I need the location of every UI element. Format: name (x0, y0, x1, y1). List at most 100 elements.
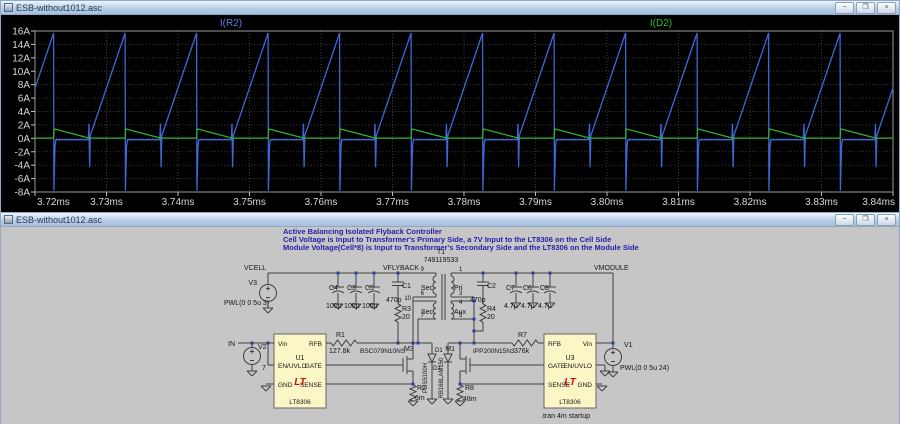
part-value-c4: 100µ (326, 303, 342, 310)
y-axis-tick-label: 6A (18, 94, 31, 105)
part-ref-c6: C6 (523, 285, 532, 292)
part-value-r4: 20 (487, 314, 495, 321)
part-value-m3: BSC079N10NS (360, 348, 406, 355)
junction-dot (473, 318, 476, 321)
part-ref-m1: M1 (445, 346, 455, 353)
schematic-canvas[interactable]: Active Balancing Isolated Flyback Contro… (1, 227, 899, 424)
junction-dot (473, 342, 476, 345)
u1-pin-vin: Vin (278, 341, 288, 348)
lt-logo-icon: LT (564, 377, 576, 388)
part-ref-r7: R7 (518, 332, 527, 339)
y-axis-tick-label: 8A (18, 80, 31, 91)
y-axis-tick-label: 16A (12, 27, 30, 38)
x-axis-tick-label: 3.74ms (162, 197, 195, 208)
y-axis-tick-label: -4A (14, 161, 30, 172)
y-axis-tick-label: -6A (14, 174, 30, 185)
part-ref-u3: U3 (566, 355, 575, 362)
junction-dot (373, 272, 376, 275)
part-value-r3: 20 (402, 314, 410, 321)
y-axis-tick-label: 14A (12, 40, 30, 51)
junction-dot (612, 342, 615, 345)
u3-pin-en-uvlo: EN/UVLO (563, 363, 592, 370)
part-value-c7: 4.7µ (504, 303, 518, 310)
y-axis-tick-label: 0A (18, 134, 31, 145)
u3-pin-vin: Vin (583, 341, 593, 348)
y-axis-tick-label: 12A (12, 53, 30, 64)
net-label-vflyback: VFLYBACK (383, 265, 419, 272)
junction-dot (355, 272, 358, 275)
part-ref-c1: C1 (402, 283, 411, 290)
part-ref-r4: R4 (487, 306, 496, 313)
x-axis-tick-label: 3.82ms (734, 197, 767, 208)
waveform-window: ESB-without1012.asc − ❐ × 16A14A12A10A8A… (0, 0, 900, 212)
part-ref-u1: U1 (296, 355, 305, 362)
net-label-vmodule: VMODULE (594, 265, 629, 272)
part-value-r7: 376k (514, 348, 530, 355)
junction-dot (473, 330, 476, 333)
part-value-r2: 6m (415, 395, 425, 402)
part-value-d1: PDS5100H (423, 363, 429, 393)
x-axis-tick-label: 3.76ms (305, 197, 338, 208)
part-ref-r1: R1 (336, 332, 345, 339)
x-axis-tick-label: 3.77ms (376, 197, 409, 208)
part-value-c3: 100µ (344, 303, 360, 310)
part-ref-c5: C5 (365, 285, 374, 292)
part-value-v1: PWL(0 0 5u 24) (620, 365, 669, 372)
minimize-button[interactable]: − (835, 214, 854, 226)
part-value-t1: 749119533 (424, 257, 459, 264)
u1-pin-rfb: RFB (309, 341, 322, 348)
part-value-d2: RB168LAM150 (439, 357, 445, 398)
x-axis-tick-label: 3.72ms (37, 197, 70, 208)
restore-button[interactable]: ❐ (856, 2, 875, 14)
part-ref-v1: V1 (624, 342, 633, 349)
schematic-comment: Module Voltage(Cell*8) is Input to Trans… (283, 243, 639, 252)
part-value-v3: PWL(0 0 5u 3) (224, 300, 269, 307)
plot-titlebar[interactable]: ESB-without1012.asc − ❐ × (1, 1, 899, 15)
y-axis-tick-label: 4A (18, 107, 31, 118)
plot-window-title: ESB-without1012.asc (16, 2, 832, 14)
x-axis-tick-label: 3.80ms (591, 197, 624, 208)
x-axis-tick-label: 3.84ms (862, 197, 895, 208)
minimize-button[interactable]: − (835, 2, 854, 14)
x-axis-tick-label: 3.75ms (233, 197, 266, 208)
part-value-c8: 4.7µ (538, 303, 552, 310)
schematic-titlebar[interactable]: ESB-without1012.asc − ❐ × (1, 213, 899, 227)
waveform-window-icon (4, 3, 13, 12)
part-ref-t1: T1 (437, 249, 445, 256)
part-value-c6: 4.7µ (521, 303, 535, 310)
part-ref-m3: M3 (404, 346, 414, 353)
y-axis-tick-label: -8A (14, 188, 30, 199)
u1-pin-gnd: GND (278, 382, 293, 389)
close-button[interactable]: × (877, 214, 896, 226)
part-value-m1: IPP200N15N3 (473, 348, 515, 355)
waveform-plot-canvas[interactable]: 16A14A12A10A8A6A4A2A0A-2A-4A-6A-8A3.72ms… (1, 15, 899, 212)
part-value-v2: 7 (262, 365, 266, 372)
schematic-window-controls: − ❐ × (835, 214, 896, 226)
x-axis-tick-label: 3.78ms (448, 197, 481, 208)
u3-pin-gnd: GND (578, 382, 593, 389)
spice-directive: .tran 4m startup (541, 413, 590, 420)
part-value-u3: LT8306 (559, 399, 581, 406)
close-button[interactable]: × (877, 2, 896, 14)
part-ref-v2: V2 (258, 344, 267, 351)
part-value-r8: 48m (463, 396, 477, 403)
net-label-vcell: VCELL (244, 265, 266, 272)
restore-button[interactable]: ❐ (856, 214, 875, 226)
part-ref-r8: R8 (465, 385, 474, 392)
schematic-window: ESB-without1012.asc − ❐ × Active Balanci… (0, 212, 900, 424)
part-ref-c3: C3 (347, 285, 356, 292)
x-axis-tick-label: 3.73ms (90, 197, 123, 208)
part-value-r1: 127.8k (329, 348, 351, 355)
part-ref-d1: D1 (435, 348, 443, 354)
part-value-u1: LT8306 (289, 399, 311, 406)
legend-item-ir2: I(R2) (220, 18, 242, 29)
part-ref-c4: C4 (329, 285, 338, 292)
schematic-window-title: ESB-without1012.asc (16, 214, 832, 226)
part-value-c1: 470p (386, 297, 402, 304)
part-value-c2: 470p (470, 297, 486, 304)
plot-window-controls: − ❐ × (835, 2, 896, 14)
junction-dot (337, 272, 340, 275)
x-axis-tick-label: 3.79ms (519, 197, 552, 208)
legend-item-id2: I(D2) (650, 18, 672, 29)
lt-logo-icon: LT (294, 377, 306, 388)
